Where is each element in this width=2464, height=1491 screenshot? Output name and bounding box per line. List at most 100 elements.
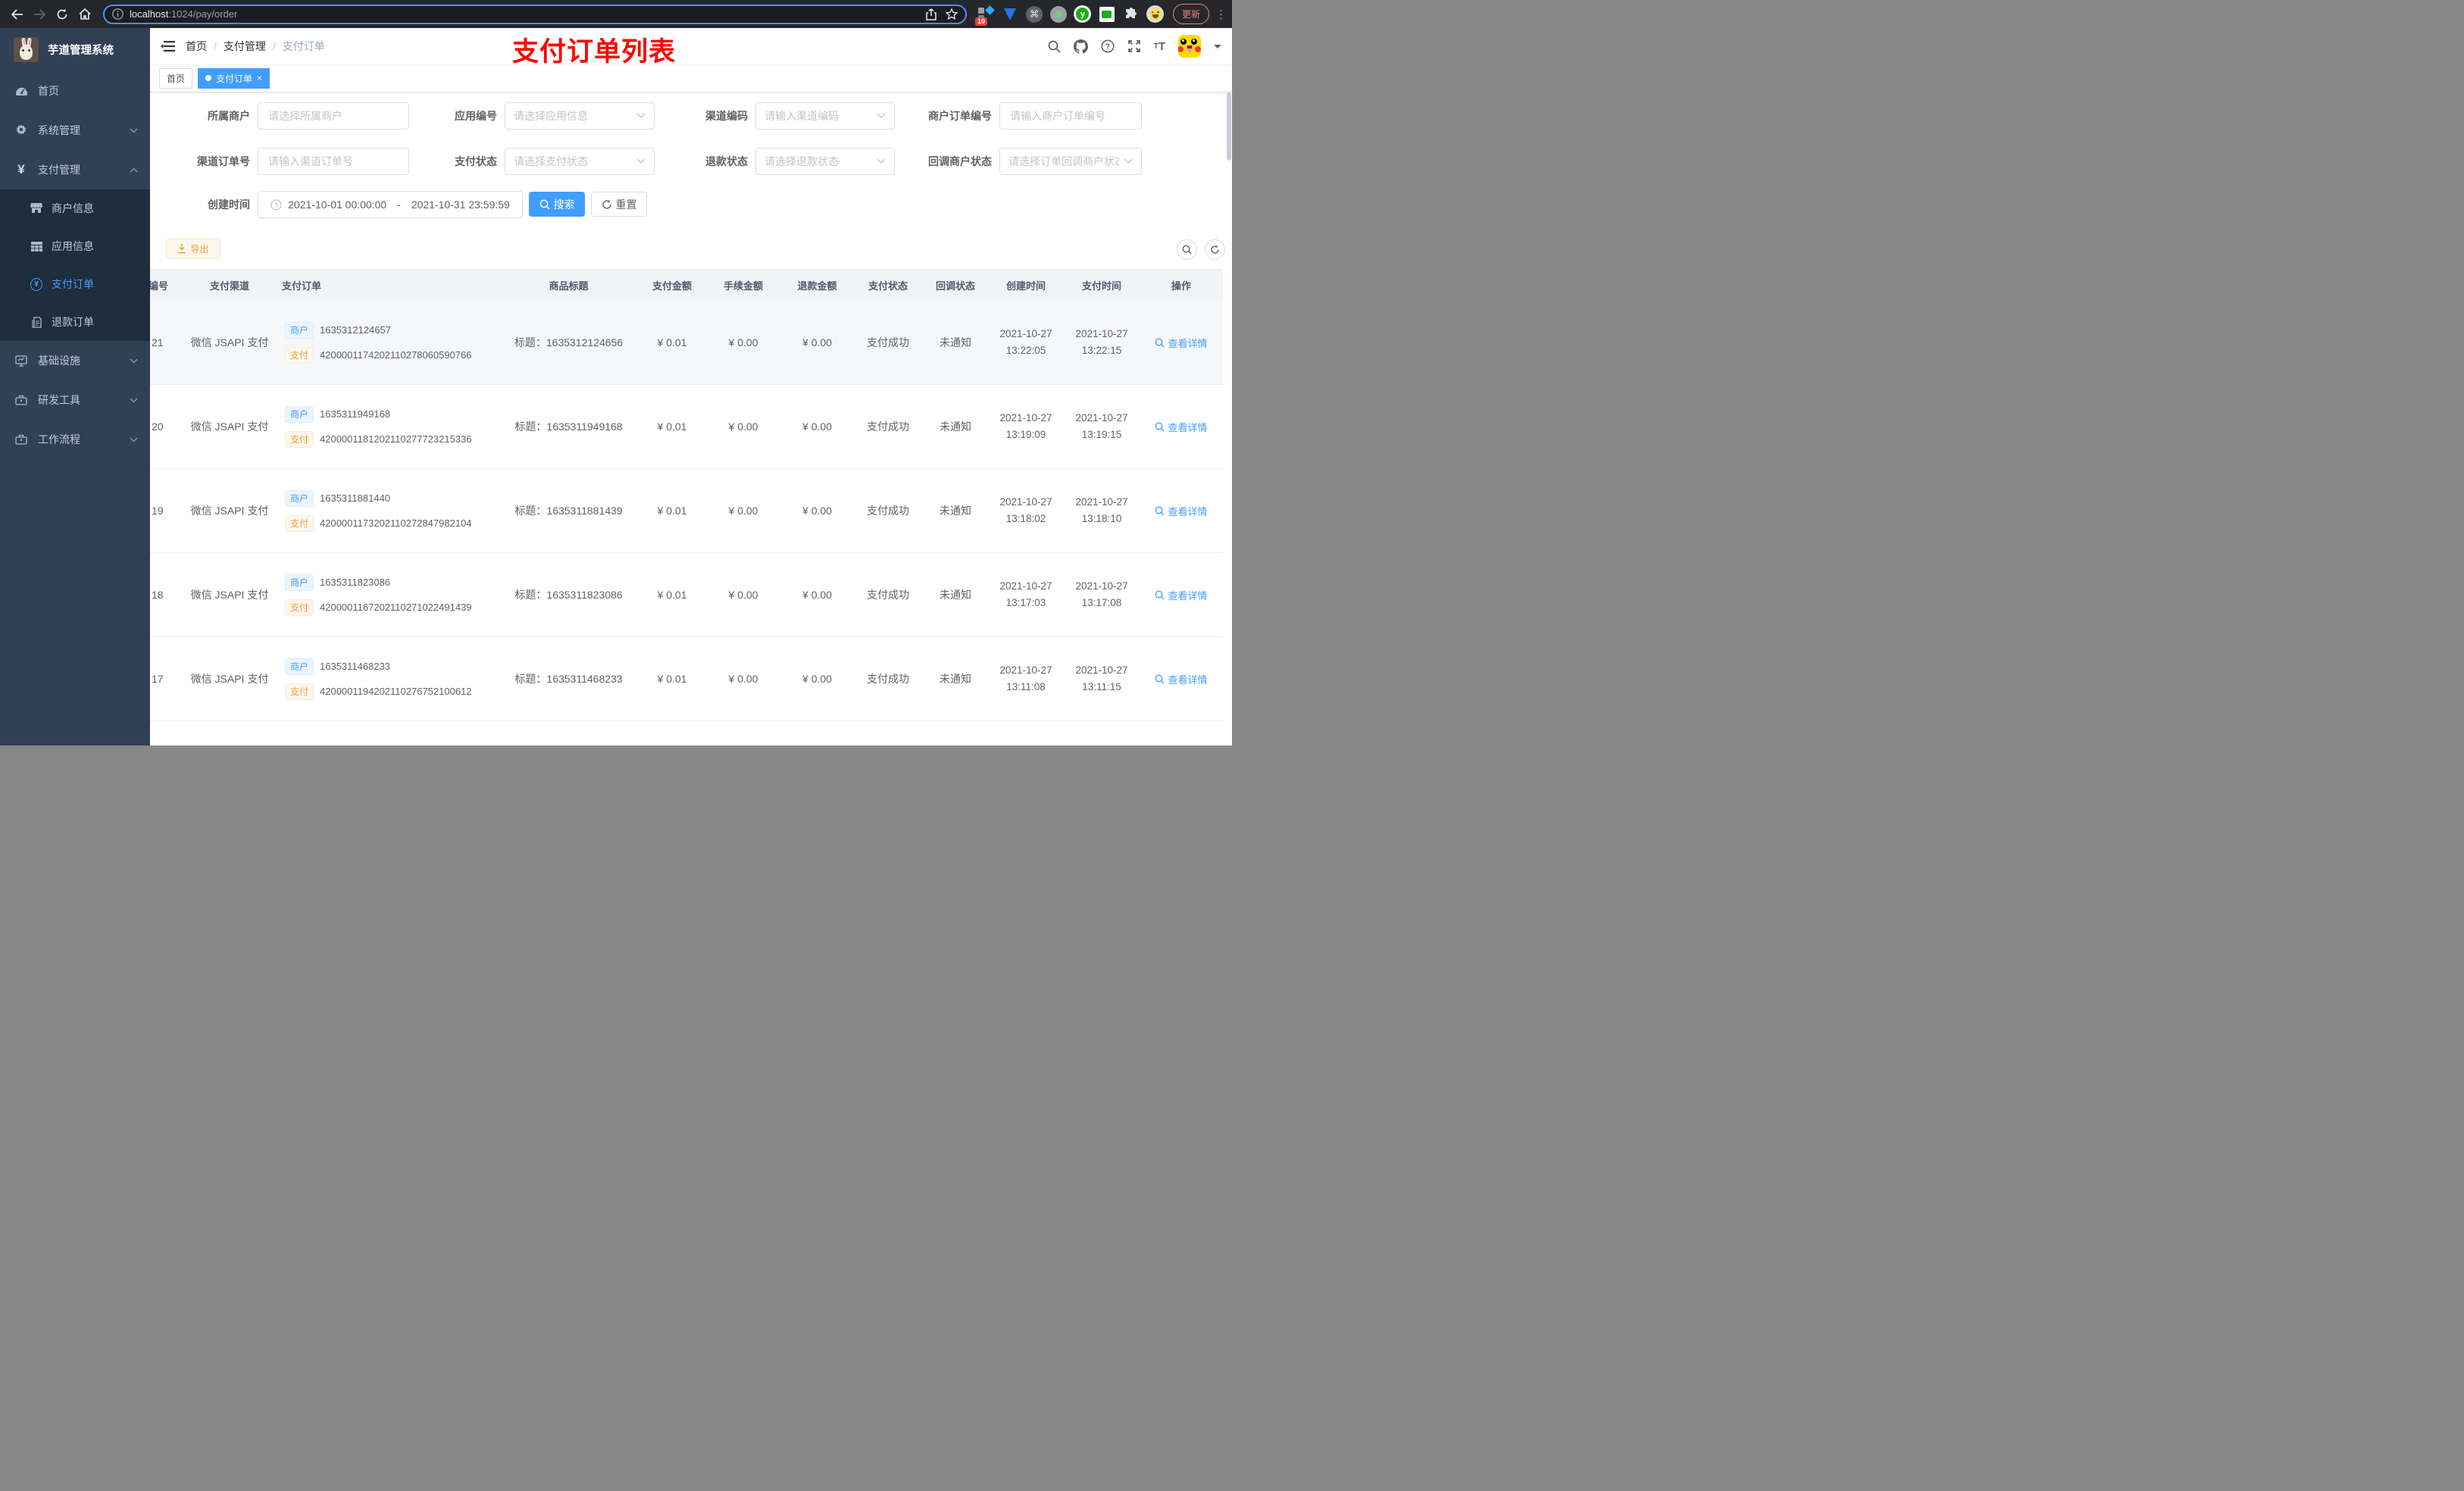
extension-tabs-icon[interactable]: 10 (974, 5, 995, 26)
avatar-caret-icon[interactable] (1214, 44, 1221, 52)
pay-tag: 支付 (285, 599, 314, 616)
view-detail-link[interactable]: 查看详情 (1140, 336, 1223, 350)
filter-label-merchant: 所属商户 (208, 110, 250, 122)
chevron-down-icon (130, 398, 138, 403)
close-tab-icon[interactable]: × (257, 73, 262, 83)
merchant-tag: 商户 (285, 489, 314, 507)
extension-gem-icon[interactable] (1001, 5, 1019, 23)
share-icon[interactable] (926, 8, 937, 20)
dashboard-icon (14, 86, 28, 97)
export-button[interactable]: 导出 (166, 239, 220, 259)
sidebar-item-refund-order[interactable]: 退款订单 (0, 303, 150, 341)
sidebar-item-infra[interactable]: 基础设施 (0, 341, 150, 380)
page-content: 所属商户 应用编号 请选择应用信息 渠道编码 请输入渠道编码 商户订单编号 (150, 92, 1232, 746)
filter-label-pay-status: 支付状态 (455, 155, 497, 167)
forward-icon[interactable] (29, 4, 50, 25)
merchant-order-no-input[interactable] (999, 102, 1142, 130)
channel-code-select[interactable]: 请输入渠道编码 (755, 102, 895, 130)
reload-icon[interactable] (52, 4, 73, 25)
sidebar-item-app-info[interactable]: 应用信息 (0, 227, 150, 265)
briefcase-icon (14, 434, 28, 445)
active-tab-dot (205, 75, 212, 81)
search-button[interactable]: 搜索 (529, 192, 585, 217)
address-bar[interactable]: localhost:1024/pay/order (103, 4, 967, 24)
bookmark-star-icon[interactable] (945, 8, 958, 20)
payment-submenu: 商户信息 应用信息 ¥ 支付订单 退款订单 (0, 189, 150, 341)
pay-status-select[interactable]: 请选择支付状态 (505, 148, 655, 175)
yen-circle-icon: ¥ (30, 277, 42, 291)
table-row-partial: 商户1635311451796 (150, 721, 1223, 746)
date-end: 2021-10-31 23:59:59 (411, 198, 510, 211)
pay-tag: 支付 (285, 514, 314, 532)
sidebar-toggle-icon[interactable] (161, 40, 175, 52)
reset-button[interactable]: 重置 (591, 192, 647, 217)
browser-menu-icon[interactable]: ⋮ (1215, 8, 1227, 21)
fullscreen-icon[interactable] (1127, 39, 1141, 53)
sidebar-item-workflow[interactable]: 工作流程 (0, 420, 150, 459)
annotation-title: 支付订单列表 (512, 37, 677, 67)
search-icon[interactable] (1048, 40, 1061, 53)
site-info-icon[interactable] (112, 8, 124, 20)
browser-profile-avatar[interactable] (1146, 5, 1165, 23)
toggle-search-icon[interactable] (1177, 239, 1197, 260)
svg-text:?: ? (1105, 43, 1110, 52)
extension-chat-icon[interactable] (1098, 5, 1116, 23)
user-avatar[interactable] (1178, 35, 1201, 58)
font-size-icon[interactable]: TT (1154, 40, 1165, 53)
app-logo[interactable]: 芋道管理系统 (0, 28, 150, 71)
view-detail-link[interactable]: 查看详情 (1140, 672, 1223, 686)
chevron-down-icon (877, 113, 886, 119)
merchant-input[interactable] (258, 102, 409, 130)
merchant-tag: 商户 (285, 405, 314, 423)
extension-command-icon[interactable]: ⌘ (1025, 5, 1043, 23)
filter-label-refund-status: 退款状态 (705, 155, 748, 167)
date-start: 2021-10-01 00:00:00 (288, 198, 387, 211)
help-icon[interactable]: ? (1101, 39, 1115, 53)
view-detail-link[interactable]: 查看详情 (1140, 504, 1223, 518)
chevron-down-icon (877, 158, 886, 164)
back-icon[interactable] (6, 4, 27, 25)
home-icon[interactable] (74, 4, 95, 25)
pay-tag: 支付 (285, 683, 314, 700)
briefcase-icon (14, 395, 28, 405)
refresh-icon[interactable] (1205, 239, 1225, 260)
page-scrollbar[interactable] (1227, 92, 1231, 161)
chevron-down-icon (130, 437, 138, 442)
breadcrumb-home[interactable]: 首页 (186, 39, 207, 54)
tab-pay-order[interactable]: 支付订单 × (198, 67, 270, 89)
shop-icon (30, 203, 42, 214)
extensions-puzzle-icon[interactable] (1122, 5, 1140, 23)
date-separator: - (397, 198, 401, 211)
navbar: 首页 / 支付管理 / 支付订单 ? T T (150, 28, 1232, 64)
sidebar-item-dev-tools[interactable]: 研发工具 (0, 380, 150, 420)
breadcrumb-payment[interactable]: 支付管理 (224, 39, 266, 54)
chevron-down-icon (636, 158, 646, 164)
sidebar-item-system[interactable]: 系统管理 (0, 111, 150, 150)
table-row: 19 微信 JSAPI 支付 商户 1635311881440 支付 4200001… (150, 469, 1223, 553)
notify-status-select[interactable]: 请选择订单回调商户状态 (999, 148, 1142, 175)
filter-label-app: 应用编号 (455, 110, 497, 122)
channel-order-no-input[interactable] (258, 148, 409, 175)
app-select[interactable]: 请选择应用信息 (505, 102, 655, 130)
view-detail-link[interactable]: 查看详情 (1140, 588, 1223, 602)
extension-y-icon[interactable]: y (1074, 5, 1092, 23)
chevron-down-icon (636, 113, 646, 119)
date-range-input[interactable]: 2021-10-01 00:00:00 - 2021-10-31 23:59:5… (258, 191, 523, 218)
chevron-down-icon (1124, 158, 1133, 164)
gear-icon (14, 124, 28, 136)
grid-icon (30, 241, 42, 252)
sidebar-item-merchant-info[interactable]: 商户信息 (0, 189, 150, 227)
extension-badge: 10 (974, 17, 987, 26)
browser-update-button[interactable]: 更新 (1172, 4, 1209, 24)
chevron-down-icon (130, 358, 138, 364)
browser-toolbar: localhost:1024/pay/order 10 ⌘ y 更新 ⋮ (0, 0, 1232, 28)
tab-home[interactable]: 首页 (159, 67, 193, 89)
view-detail-link[interactable]: 查看详情 (1140, 420, 1223, 434)
github-icon[interactable] (1073, 39, 1088, 54)
sidebar-item-pay-order[interactable]: ¥ 支付订单 (0, 265, 150, 303)
sidebar-item-home[interactable]: 首页 (0, 71, 150, 111)
extension-recorder-icon[interactable] (1049, 5, 1068, 23)
refund-status-select[interactable]: 请选择退款状态 (755, 148, 895, 175)
merchant-tag: 商户 (285, 321, 314, 339)
sidebar-item-payment[interactable]: ¥ 支付管理 (0, 150, 150, 189)
